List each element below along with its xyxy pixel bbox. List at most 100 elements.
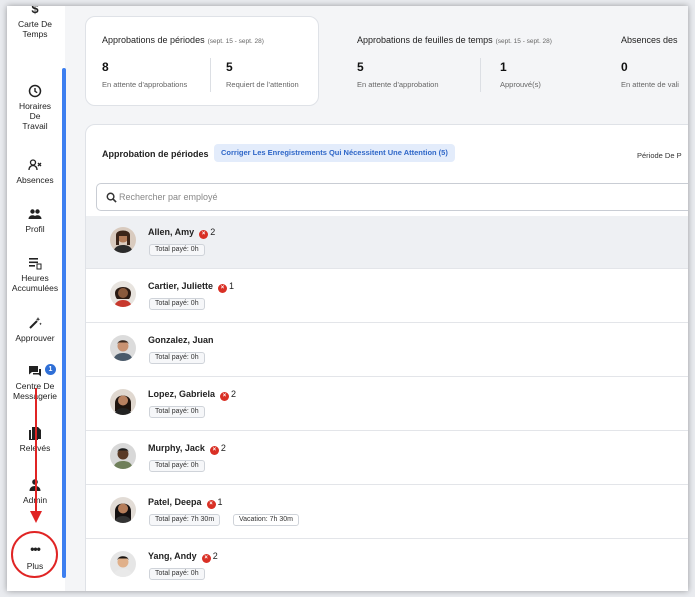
sidebar-item-approuver[interactable]: Approuver [7, 316, 63, 343]
error-count: 2 [212, 551, 218, 561]
employee-name-text: Lopez, Gabriela [148, 389, 216, 399]
fix-records-button[interactable]: Corriger Les Enregistrements Qui Nécessi… [214, 144, 455, 162]
employee-name: Allen, Amy × 2 [148, 227, 215, 239]
attention-count: 5 [226, 60, 233, 74]
avatar [110, 443, 136, 469]
error-icon: × [218, 284, 228, 293]
sidebar-item-heures-accumulees[interactable]: Heures Accumulées [7, 256, 63, 293]
app-window: $ Carte De Temps Horaires De Travail Abs… [7, 6, 688, 591]
clock-icon [28, 84, 42, 98]
chat-icon [29, 366, 41, 377]
employee-search[interactable] [96, 183, 688, 211]
people-icon [28, 209, 42, 219]
search-input[interactable] [119, 189, 519, 205]
employee-name-text: Patel, Deepa [148, 497, 202, 507]
error-count: 2 [210, 227, 216, 237]
total-paid-badge: Total payé: 0h [149, 568, 205, 580]
total-paid-badge: Total payé: 0h [149, 460, 205, 472]
employee-row[interactable]: Patel, Deepa × 1 Total payé: 7h 30m Vacati… [86, 486, 688, 539]
sidebar-item-label: Heures Accumulées [11, 273, 59, 293]
employee-name-text: Gonzalez, Juan [148, 335, 214, 345]
error-icon: × [206, 500, 216, 509]
avatar [110, 281, 136, 307]
period-approvals-card [85, 16, 319, 106]
panel-title: Approbation de périodes [102, 149, 209, 159]
error-icon: × [201, 554, 211, 563]
total-paid-badge: Total payé: 0h [149, 352, 205, 364]
error-count: 2 [231, 389, 237, 399]
list-icon [29, 258, 42, 270]
main-content: Approbations de périodes (sept. 15 - sept… [75, 6, 688, 591]
avatar [110, 335, 136, 361]
sidebar-item-profil[interactable]: Profil [7, 207, 63, 234]
vacation-badge: Vacation: 7h 30m [233, 514, 299, 526]
sidebar-item-horaires[interactable]: Horaires De Travail [7, 84, 63, 131]
sidebar-item-label: Carte De Temps [17, 19, 52, 39]
error-count: 1 [229, 281, 235, 291]
timesheet-pending-count: 5 [357, 60, 364, 74]
sidebar-item-label: Absences [16, 175, 54, 185]
avatar [110, 227, 136, 253]
period-approvals-title: Approbations de périodes (sept. 15 - sept… [102, 35, 264, 45]
employee-name: Yang, Andy × 2 [148, 551, 218, 563]
sidebar-item-absences[interactable]: Absences [7, 158, 63, 185]
divider [480, 58, 481, 92]
employee-name-text: Yang, Andy [148, 551, 197, 561]
period-approval-panel: Approbation de périodes Corriger Les Enr… [85, 124, 688, 591]
annotation-arrow-head [30, 511, 42, 523]
employee-row[interactable]: Allen, Amy × 2 Total payé: 0h [86, 216, 688, 269]
person-x-icon [28, 159, 42, 171]
employee-name: Murphy, Jack × 2 [148, 443, 226, 455]
employee-name: Cartier, Juliette × 1 [148, 281, 234, 293]
period-selector-label[interactable]: Période De P [637, 151, 682, 160]
error-icon: × [199, 230, 209, 239]
annotation-highlight-circle [11, 531, 58, 578]
message-count-badge: 1 [45, 364, 56, 375]
pending-approvals-label: En attente d'approbations [102, 80, 188, 89]
avatar [110, 497, 136, 523]
total-paid-badge: Total payé: 0h [149, 244, 205, 256]
date-range: (sept. 15 - sept. 28) [495, 38, 552, 45]
total-paid-badge: Total payé: 7h 30m [149, 514, 221, 526]
sidebar-item-label: Horaires De Travail [18, 101, 52, 131]
timesheet-approved-label: Approuvé(s) [500, 80, 541, 89]
employee-name: Lopez, Gabriela × 2 [148, 389, 236, 401]
absences-pending-count: 0 [621, 60, 628, 74]
stat-title-text: Approbations de périodes [102, 35, 205, 45]
timesheet-approvals-title: Approbations de feuilles de temps (sept. … [357, 35, 552, 45]
error-icon: × [220, 392, 230, 401]
employee-row[interactable]: Lopez, Gabriela × 2 Total payé: 0h [86, 378, 688, 431]
sidebar-item-carte-de-temps[interactable]: $ Carte De Temps [7, 6, 63, 39]
timesheet-pending-label: En attente d'approbation [357, 80, 439, 89]
date-range: (sept. 15 - sept. 28) [207, 38, 264, 45]
timesheet-approved-count: 1 [500, 60, 507, 74]
avatar [110, 389, 136, 415]
total-paid-badge: Total payé: 0h [149, 298, 205, 310]
employee-row[interactable]: Yang, Andy × 2 Total payé: 0h [86, 540, 688, 591]
sidebar-item-label: Approuver [15, 333, 55, 343]
sidebar-item-label: Profil [25, 224, 45, 234]
stat-title-text: Approbations de feuilles de temps [357, 35, 493, 45]
employee-row[interactable]: Gonzalez, Juan Total payé: 0h [86, 324, 688, 377]
sidebar: $ Carte De Temps Horaires De Travail Abs… [7, 6, 66, 591]
error-count: 2 [220, 443, 226, 453]
magic-wand-icon [29, 317, 42, 329]
error-count: 1 [217, 497, 223, 507]
attention-label: Requiert de l'attention [226, 80, 299, 89]
avatar [110, 551, 136, 577]
dollar-icon: $ [31, 6, 39, 16]
pending-approvals-count: 8 [102, 60, 109, 74]
employee-name-text: Cartier, Juliette [148, 281, 214, 291]
total-paid-badge: Total payé: 0h [149, 406, 205, 418]
employee-row[interactable]: Cartier, Juliette × 1 Total payé: 0h [86, 270, 688, 323]
absences-pending-label: En attente de vali [621, 80, 679, 89]
search-icon [106, 192, 117, 203]
employee-row[interactable]: Murphy, Jack × 2 Total payé: 0h [86, 432, 688, 485]
employee-name: Gonzalez, Juan [148, 335, 214, 345]
employee-name-text: Allen, Amy [148, 227, 195, 237]
employee-name-text: Murphy, Jack [148, 443, 205, 453]
absences-title: Absences des [621, 35, 678, 45]
employee-name: Patel, Deepa × 1 [148, 497, 223, 509]
annotation-arrow-line [35, 388, 37, 514]
error-icon: × [209, 446, 219, 455]
